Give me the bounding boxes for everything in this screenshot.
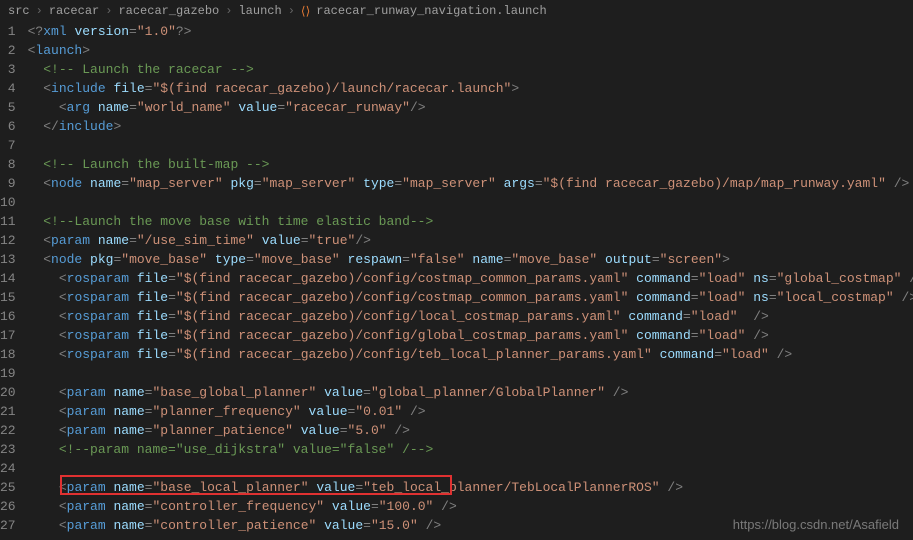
line-number: 4	[0, 79, 16, 98]
line-number: 18	[0, 345, 16, 364]
line-number: 19	[0, 364, 16, 383]
breadcrumb-item[interactable]: racecar	[49, 4, 99, 18]
code-line[interactable]: <param name="controller_frequency" value…	[28, 497, 913, 516]
code-line[interactable]: <?xml version="1.0"?>	[28, 22, 913, 41]
code-line[interactable]: <param name="base_local_planner" value="…	[28, 478, 913, 497]
code-line[interactable]	[28, 136, 913, 155]
line-number: 21	[0, 402, 16, 421]
code-line[interactable]: <rosparam file="$(find racecar_gazebo)/c…	[28, 288, 913, 307]
line-number: 12	[0, 231, 16, 250]
line-number: 26	[0, 497, 16, 516]
code-line[interactable]: <node pkg="move_base" type="move_base" r…	[28, 250, 913, 269]
line-number: 17	[0, 326, 16, 345]
code-line[interactable]: <rosparam file="$(find racecar_gazebo)/c…	[28, 345, 913, 364]
code-line[interactable]: <!-- Launch the built-map -->	[28, 155, 913, 174]
watermark-text: https://blog.csdn.net/Asafield	[733, 517, 899, 532]
line-number: 16	[0, 307, 16, 326]
line-number: 7	[0, 136, 16, 155]
code-line[interactable]: <!--param name="use_dijkstra" value="fal…	[28, 440, 913, 459]
line-number: 15	[0, 288, 16, 307]
line-number: 27	[0, 516, 16, 535]
line-number: 3	[0, 60, 16, 79]
line-number: 23	[0, 440, 16, 459]
chevron-right-icon: ›	[105, 4, 112, 18]
line-number-gutter: 1234567891011121314151617181920212223242…	[0, 22, 28, 535]
code-line[interactable]: <rosparam file="$(find racecar_gazebo)/c…	[28, 307, 913, 326]
code-line[interactable]: <node name="map_server" pkg="map_server"…	[28, 174, 913, 193]
code-line[interactable]: <param name="/use_sim_time" value="true"…	[28, 231, 913, 250]
code-line[interactable]: <param name="base_global_planner" value=…	[28, 383, 913, 402]
code-line[interactable]: <param name="planner_patience" value="5.…	[28, 421, 913, 440]
line-number: 5	[0, 98, 16, 117]
line-number: 9	[0, 174, 16, 193]
line-number: 20	[0, 383, 16, 402]
code-line[interactable]	[28, 193, 913, 212]
breadcrumb[interactable]: src › racecar › racecar_gazebo › launch …	[0, 0, 913, 22]
code-line[interactable]: <arg name="world_name" value="racecar_ru…	[28, 98, 913, 117]
code-line[interactable]	[28, 364, 913, 383]
breadcrumb-item[interactable]: racecar_gazebo	[118, 4, 219, 18]
line-number: 14	[0, 269, 16, 288]
code-line[interactable]: <param name="planner_frequency" value="0…	[28, 402, 913, 421]
breadcrumb-item[interactable]: launch	[238, 4, 281, 18]
line-number: 8	[0, 155, 16, 174]
code-line[interactable]: <!-- Launch the racecar -->	[28, 60, 913, 79]
code-line[interactable]: </include>	[28, 117, 913, 136]
chevron-right-icon: ›	[225, 4, 232, 18]
code-line[interactable]: <rosparam file="$(find racecar_gazebo)/c…	[28, 326, 913, 345]
code-line[interactable]	[28, 459, 913, 478]
code-area[interactable]: <?xml version="1.0"?><launch> <!-- Launc…	[28, 22, 913, 535]
code-line[interactable]: <launch>	[28, 41, 913, 60]
xml-file-icon: ⟨⟩	[301, 4, 310, 19]
line-number: 6	[0, 117, 16, 136]
line-number: 1	[0, 22, 16, 41]
breadcrumb-item[interactable]: racecar_runway_navigation.launch	[316, 4, 546, 18]
line-number: 24	[0, 459, 16, 478]
code-line[interactable]: <include file="$(find racecar_gazebo)/la…	[28, 79, 913, 98]
chevron-right-icon: ›	[36, 4, 43, 18]
line-number: 25	[0, 478, 16, 497]
line-number: 13	[0, 250, 16, 269]
line-number: 2	[0, 41, 16, 60]
breadcrumb-item[interactable]: src	[8, 4, 30, 18]
chevron-right-icon: ›	[288, 4, 295, 18]
line-number: 10	[0, 193, 16, 212]
code-line[interactable]: <rosparam file="$(find racecar_gazebo)/c…	[28, 269, 913, 288]
code-line[interactable]: <!--Launch the move base with time elast…	[28, 212, 913, 231]
code-editor[interactable]: 1234567891011121314151617181920212223242…	[0, 22, 913, 535]
line-number: 11	[0, 212, 16, 231]
line-number: 22	[0, 421, 16, 440]
